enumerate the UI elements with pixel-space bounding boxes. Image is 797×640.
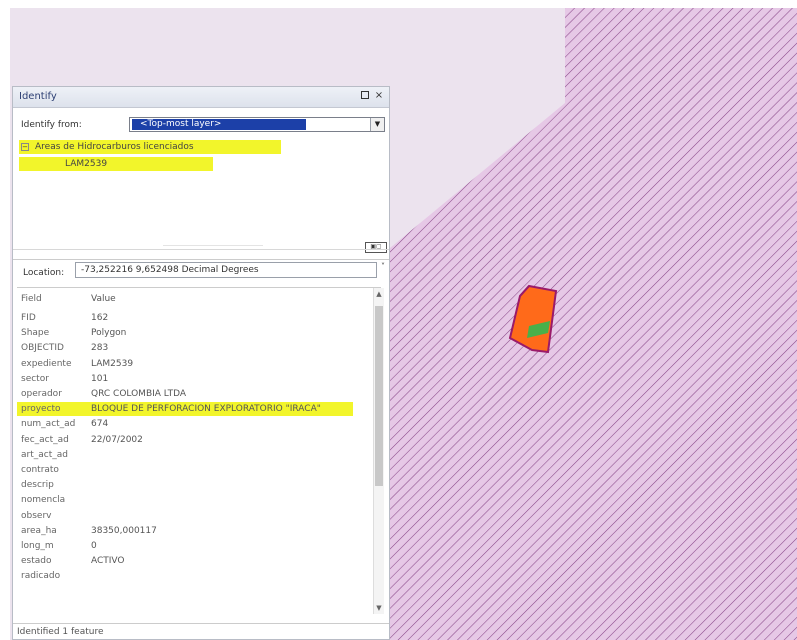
table-row[interactable]: nomencla bbox=[17, 493, 377, 507]
identify-from-select[interactable]: <Top-most layer> ▼ bbox=[129, 117, 385, 132]
value-cell: 162 bbox=[91, 313, 109, 323]
table-row[interactable]: fec_act_ad 22/07/2002 bbox=[17, 433, 377, 447]
location-row: Location: -73,252216 9,652498 Decimal De… bbox=[13, 259, 389, 280]
table-row[interactable]: sector 101 bbox=[17, 372, 377, 386]
field-cell: contrato bbox=[21, 465, 59, 475]
field-cell: Shape bbox=[21, 328, 50, 338]
restore-icon[interactable] bbox=[359, 90, 371, 102]
table-row[interactable]: long_m 0 bbox=[17, 539, 377, 553]
value-cell: 22/07/2002 bbox=[91, 435, 143, 445]
identify-from-label: Identify from: bbox=[21, 120, 82, 130]
table-row[interactable]: OBJECTID 283 bbox=[17, 341, 377, 355]
location-field[interactable]: -73,252216 9,652498 Decimal Degrees bbox=[75, 262, 377, 278]
status-bar: Identified 1 feature bbox=[13, 623, 389, 640]
value-cell: 283 bbox=[91, 343, 109, 353]
field-cell: sector bbox=[21, 374, 49, 384]
status-text: Identified 1 feature bbox=[17, 627, 104, 637]
field-cell: nomencla bbox=[21, 495, 66, 505]
tree-layer-node[interactable]: − Areas de Hidrocarburos licenciados bbox=[19, 140, 281, 154]
value-cell: 101 bbox=[91, 374, 109, 384]
value-header: Value bbox=[91, 294, 116, 304]
location-label: Location: bbox=[23, 268, 65, 278]
close-icon[interactable]: × bbox=[373, 90, 385, 102]
grid-header: Field Value bbox=[17, 292, 377, 306]
field-cell: estado bbox=[21, 556, 52, 566]
layout-toggle-icon[interactable]: ▣▢ bbox=[365, 242, 387, 253]
field-cell: descrip bbox=[21, 480, 54, 490]
chevron-down-icon[interactable]: ▼ bbox=[370, 118, 384, 131]
value-cell: 38350,000117 bbox=[91, 526, 157, 536]
location-menu-icon[interactable]: ˅ bbox=[381, 262, 385, 271]
field-cell: OBJECTID bbox=[21, 343, 64, 353]
field-cell: art_act_ad bbox=[21, 450, 68, 460]
field-cell: operador bbox=[21, 389, 62, 399]
field-cell: FID bbox=[21, 313, 36, 323]
identify-window[interactable]: Identify × Identify from: <Top-most laye… bbox=[12, 86, 390, 640]
table-row[interactable]: area_ha 38350,000117 bbox=[17, 524, 377, 538]
table-row[interactable]: observ bbox=[17, 509, 377, 523]
scroll-up-icon[interactable]: ▲ bbox=[374, 290, 384, 298]
value-cell: LAM2539 bbox=[91, 359, 134, 369]
table-row[interactable]: Shape Polygon bbox=[17, 326, 377, 340]
collapse-icon[interactable]: − bbox=[21, 143, 29, 151]
table-row[interactable]: proyecto BLOQUE DE PERFORACION EXPLORATOR… bbox=[17, 402, 377, 416]
field-cell: area_ha bbox=[21, 526, 57, 536]
table-row[interactable]: operador QRC COLOMBIA LTDA bbox=[17, 387, 377, 401]
results-tree[interactable]: − Areas de Hidrocarburos licenciados LAM… bbox=[13, 139, 389, 249]
top-edge bbox=[0, 0, 797, 8]
table-row[interactable]: contrato bbox=[17, 463, 377, 477]
field-cell: num_act_ad bbox=[21, 419, 76, 429]
grid-scrollbar[interactable]: ▲ ▼ bbox=[373, 288, 384, 614]
table-row[interactable]: FID 162 bbox=[17, 311, 377, 325]
identify-from-row: Identify from: <Top-most layer> ▼ bbox=[19, 117, 385, 133]
field-cell: proyecto bbox=[21, 404, 61, 414]
window-title: Identify bbox=[19, 91, 57, 102]
table-row[interactable]: expediente LAM2539 bbox=[17, 357, 377, 371]
field-cell: expediente bbox=[21, 359, 72, 369]
field-cell: observ bbox=[21, 511, 52, 521]
layer-name: Areas de Hidrocarburos licenciados bbox=[35, 142, 194, 152]
left-edge bbox=[0, 0, 10, 640]
feature-name: LAM2539 bbox=[65, 159, 108, 169]
field-cell: long_m bbox=[21, 541, 54, 551]
table-row[interactable]: num_act_ad 674 bbox=[17, 417, 377, 431]
location-value: -73,252216 9,652498 Decimal Degrees bbox=[81, 265, 259, 275]
field-cell: fec_act_ad bbox=[21, 435, 69, 445]
value-cell: QRC COLOMBIA LTDA bbox=[91, 389, 186, 399]
tree-feature-node[interactable]: LAM2539 bbox=[19, 157, 213, 171]
value-cell: 0 bbox=[91, 541, 97, 551]
scroll-down-icon[interactable]: ▼ bbox=[374, 604, 384, 612]
value-cell: Polygon bbox=[91, 328, 127, 338]
value-cell: 674 bbox=[91, 419, 109, 429]
value-cell: BLOQUE DE PERFORACION EXPLORATORIO "IRAC… bbox=[91, 404, 321, 414]
panel-splitter[interactable] bbox=[13, 249, 389, 250]
table-row[interactable]: art_act_ad bbox=[17, 448, 377, 462]
splitter-grip bbox=[163, 245, 263, 246]
value-cell: ACTIVO bbox=[91, 556, 125, 566]
identify-from-value: <Top-most layer> bbox=[132, 119, 306, 130]
table-row[interactable]: radicado bbox=[17, 569, 377, 583]
table-row[interactable]: descrip bbox=[17, 478, 377, 492]
scroll-thumb[interactable] bbox=[375, 306, 383, 486]
window-titlebar[interactable]: Identify × bbox=[13, 87, 389, 108]
attribute-grid[interactable]: Field Value FID 162 Shape Polygon OBJECTID 28… bbox=[17, 287, 384, 614]
field-header: Field bbox=[21, 294, 42, 304]
field-cell: radicado bbox=[21, 571, 61, 581]
table-row[interactable]: estado ACTIVO bbox=[17, 554, 377, 568]
